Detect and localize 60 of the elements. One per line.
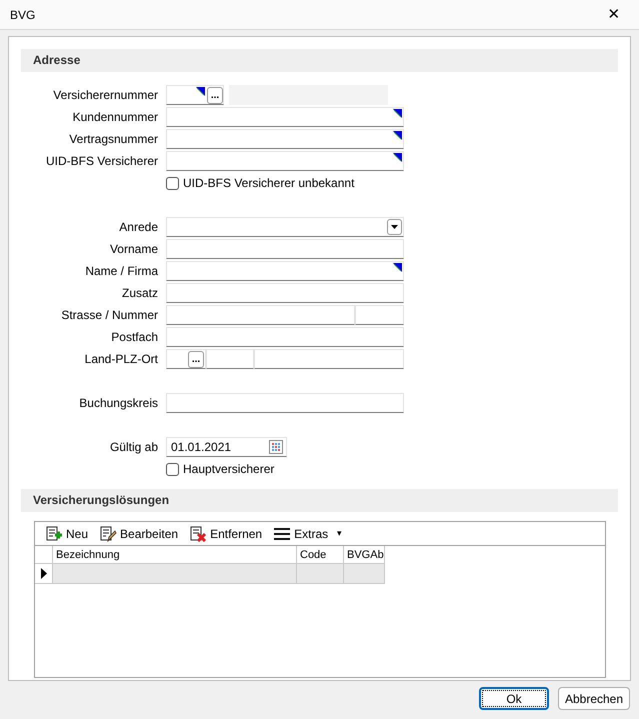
corner-marker-icon: [196, 87, 205, 96]
checkbox[interactable]: [166, 462, 179, 476]
lookup-field[interactable]: ...: [166, 85, 224, 105]
field-label: Land-PLZ-Ort: [84, 351, 158, 368]
corner-marker-icon: [393, 131, 402, 140]
input-field[interactable]: [206, 349, 254, 369]
input-field[interactable]: [166, 129, 404, 149]
field-label: UID-BFS Versicherer: [44, 153, 158, 170]
input-field[interactable]: [166, 327, 404, 347]
new-document-icon: [46, 526, 63, 542]
browse-button[interactable]: ...: [207, 87, 223, 104]
toolbar-button[interactable]: Neu: [40, 522, 94, 544]
field-label: Buchungskreis: [78, 395, 158, 412]
input-field[interactable]: [166, 107, 404, 127]
dropdown-button[interactable]: [387, 219, 402, 235]
edit-document-icon: [100, 526, 118, 542]
field-label: Versicherernummer: [52, 87, 158, 104]
browse-button[interactable]: ...: [188, 351, 204, 368]
section-header: Versicherungslösungen: [21, 489, 618, 512]
ok-button[interactable]: Ok: [479, 687, 549, 710]
input-field[interactable]: [254, 349, 404, 369]
field-label: Vorname: [108, 241, 158, 258]
input-field[interactable]: [166, 283, 404, 303]
input-field[interactable]: [166, 151, 404, 171]
date-field[interactable]: 01.01.2021: [166, 437, 287, 457]
column-header[interactable]: Bezeichnung: [53, 546, 297, 563]
checkbox-label: UID-BFS Versicherer unbekannt: [183, 175, 354, 192]
field-label: Kundennummer: [72, 109, 158, 126]
input-field[interactable]: [166, 261, 404, 281]
input-field[interactable]: [166, 393, 404, 413]
toolbar-button[interactable]: Entfernen: [184, 522, 268, 544]
menu-icon: [274, 526, 292, 542]
close-button[interactable]: ✕: [599, 0, 629, 28]
column-header[interactable]: BVGAb: [344, 546, 385, 563]
corner-marker-icon: [393, 153, 402, 162]
input-field[interactable]: [166, 305, 355, 325]
checkbox-label: Hauptversicherer: [183, 461, 274, 478]
field-label: Anrede: [118, 219, 158, 236]
corner-marker-icon: [393, 263, 402, 272]
delete-document-icon: [190, 526, 208, 542]
dropdown-field[interactable]: [166, 217, 404, 237]
cancel-button[interactable]: Abbrechen: [558, 687, 630, 710]
column-header[interactable]: Code: [297, 546, 344, 563]
caret-icon: [391, 225, 398, 229]
field-label: Gültig ab: [108, 439, 158, 456]
checkbox[interactable]: [166, 176, 179, 190]
field-label: Name / Firma: [84, 263, 158, 280]
toolbar-button[interactable]: Extras ▾: [268, 522, 348, 544]
field-label: Vertragsnummer: [68, 131, 158, 148]
field-label: Postfach: [110, 329, 158, 346]
field-label: Zusatz: [120, 285, 158, 302]
input-field[interactable]: [355, 305, 404, 325]
window-title: BVG: [10, 6, 36, 24]
section-header: Adresse: [21, 49, 618, 72]
input-field[interactable]: [166, 239, 404, 259]
calendar-icon[interactable]: [269, 440, 283, 454]
corner-marker-icon: [393, 109, 402, 118]
toolbar-button[interactable]: Bearbeiten: [94, 522, 184, 544]
field-label: Strasse / Nummer: [60, 307, 158, 324]
input-field[interactable]: ...: [166, 349, 206, 369]
